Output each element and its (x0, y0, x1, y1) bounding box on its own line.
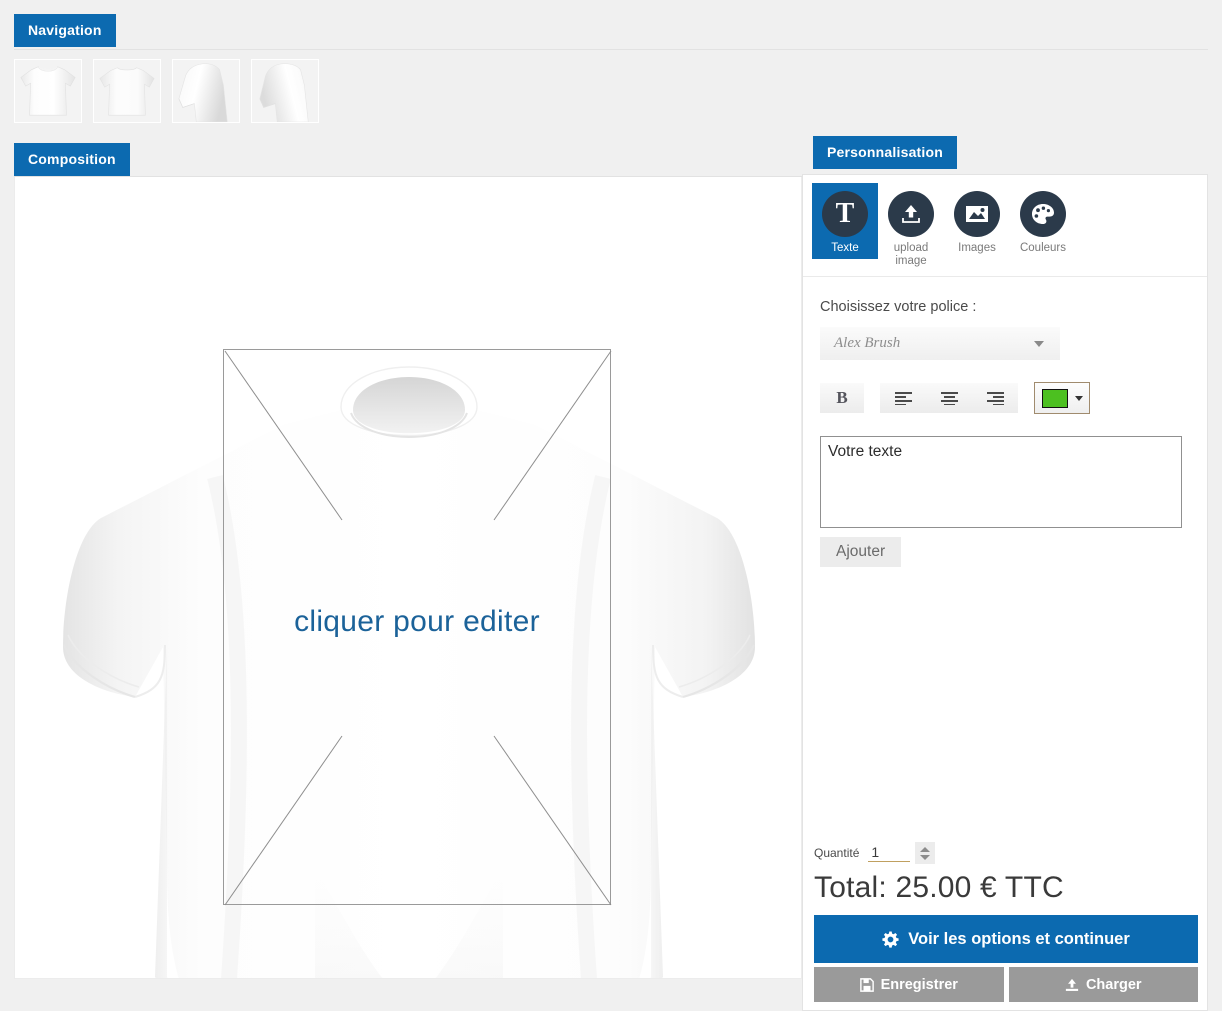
add-text-button[interactable]: Ajouter (820, 537, 902, 567)
save-load-row: Enregistrer Charger (814, 967, 1198, 1002)
thumbnail-back-view[interactable] (93, 59, 161, 123)
upload-icon (888, 191, 934, 237)
composition-section: Composition cliquer pour editer (14, 143, 802, 979)
color-swatch (1042, 388, 1068, 408)
align-left-button[interactable] (880, 383, 926, 413)
font-chooser-label: Choisissez votre police : (820, 299, 977, 315)
gear-icon (882, 931, 899, 948)
tool-tab-upload-image[interactable]: upload image (878, 183, 944, 272)
total-price: Total: 25.00 € TTC (814, 871, 1064, 904)
align-center-icon (940, 391, 958, 405)
load-button-label: Charger (1085, 976, 1142, 993)
edit-hint-text[interactable]: cliquer pour editer (224, 605, 610, 639)
upload-arrow-glyph (902, 205, 920, 223)
align-center-button[interactable] (926, 383, 972, 413)
picture-glyph (966, 206, 988, 222)
quantity-stepper[interactable] (915, 842, 936, 864)
bold-button[interactable]: B (820, 383, 864, 413)
t-shirt-front-icon (20, 66, 76, 116)
composition-tabbar: Composition (14, 143, 802, 177)
tool-tab-label: Couleurs (1019, 242, 1067, 254)
personalisation-tool-tabs: T Texte upload image Images Couleurs (803, 175, 1207, 277)
text-input[interactable] (820, 436, 1182, 528)
chevron-down-icon (1034, 340, 1044, 347)
tool-tab-label: Texte (831, 242, 859, 254)
tool-tab-couleurs[interactable]: Couleurs (1010, 183, 1076, 259)
order-summary: Quantité Total: 25.00 € TTC Voir les opt… (803, 842, 1209, 1002)
continue-button[interactable]: Voir les options et continuer (814, 915, 1198, 963)
align-right-icon (986, 391, 1004, 405)
save-button[interactable]: Enregistrer (814, 967, 1004, 1002)
alignment-group (880, 383, 1018, 413)
text-format-toolbar: B (820, 382, 1207, 414)
tab-navigation[interactable]: Navigation (14, 14, 116, 47)
tab-composition[interactable]: Composition (14, 143, 130, 176)
upload-open-icon (1065, 978, 1079, 991)
navigation-tabbar: Navigation (14, 14, 1208, 50)
text-icon: T (822, 191, 868, 237)
tool-tab-label: upload image (893, 242, 929, 268)
navigation-thumbnails (14, 50, 1208, 123)
design-print-area[interactable]: cliquer pour editer (223, 349, 612, 906)
stepper-up-icon[interactable] (920, 846, 931, 852)
align-left-icon (894, 391, 912, 405)
t-shirt-back-icon (99, 67, 155, 116)
bold-label: B (836, 388, 848, 407)
align-right-button[interactable] (972, 383, 1018, 413)
tool-tab-texte[interactable]: T Texte (812, 183, 878, 260)
personalisation-tabbar: Personnalisation (802, 136, 1208, 174)
continue-button-label: Voir les options et continuer (908, 929, 1130, 948)
palette-glyph (1032, 204, 1054, 224)
floppy-disk-icon (859, 977, 874, 992)
thumbnail-right-side-view[interactable] (251, 59, 319, 123)
tool-tab-images[interactable]: Images (944, 183, 1010, 259)
thumbnail-left-side-view[interactable] (172, 59, 240, 123)
personalisation-section: Personnalisation T Texte upload image Im… (802, 136, 1208, 1011)
palette-icon (1020, 191, 1066, 237)
stepper-down-icon[interactable] (920, 854, 931, 860)
tool-tab-label: Images (958, 242, 996, 254)
navigation-section: Navigation (14, 14, 1208, 123)
design-canvas[interactable]: cliquer pour editer (14, 177, 802, 979)
font-select[interactable]: Alex Brush (820, 327, 1060, 360)
t-shirt-right-side-icon (259, 63, 309, 122)
save-button-label: Enregistrer (880, 976, 958, 993)
personalisation-body: T Texte upload image Images Couleurs Cho… (802, 174, 1208, 1011)
text-color-button[interactable] (1034, 382, 1090, 414)
tab-personnalisation[interactable]: Personnalisation (813, 136, 958, 169)
quantity-row: Quantité (814, 842, 1198, 864)
chevron-down-icon (1075, 395, 1083, 401)
quantity-input[interactable] (868, 844, 911, 862)
quantity-label: Quantité (814, 846, 860, 860)
load-button[interactable]: Charger (1008, 967, 1198, 1002)
font-select-value: Alex Brush (834, 335, 901, 351)
t-shirt-left-side-icon (178, 63, 228, 122)
image-icon (954, 191, 1000, 237)
thumbnail-front-view[interactable] (14, 59, 82, 123)
